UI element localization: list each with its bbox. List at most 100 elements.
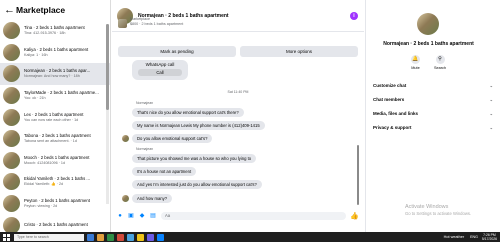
section-media-files[interactable]: Media, files and links ⌄ — [373, 111, 493, 116]
contact-name: Normajean · 2 beds 1 baths apartment — [383, 41, 474, 47]
search-button[interactable]: ⚲ Search — [434, 55, 446, 70]
message-bubble[interactable]: It's a house not an apartment — [132, 167, 197, 176]
image-icon[interactable]: ▣ — [128, 213, 134, 219]
chat-list-item[interactable]: Lex · 2 beds 1 baths apartment You can no… — [0, 106, 110, 128]
listing-actions: Mark as pending More options — [118, 46, 358, 57]
app-icon[interactable] — [147, 233, 154, 241]
chat-list-item[interactable]: TaylorMade · 2 beds 1 baths apartme... Yo… — [0, 85, 110, 107]
avatar — [122, 135, 129, 142]
chat-sidebar: ← Marketplace Tina · 2 beds 1 baths apar… — [0, 0, 111, 232]
search-icon: ⚲ — [435, 55, 445, 64]
avatar — [3, 195, 20, 213]
chat-list-item[interactable]: Tina · 2 beds 1 baths apartment Tina: 412… — [0, 20, 110, 42]
taskbar: Type here to search Hot weather ENG 7:26… — [0, 232, 500, 242]
section-customize-chat[interactable]: Customize chat ⌄ — [373, 83, 493, 88]
message-bubble[interactable]: And how many? — [132, 194, 173, 203]
mark-pending-button[interactable]: Mark as pending — [118, 46, 236, 57]
search-label: Search — [433, 66, 447, 70]
app-icon[interactable] — [127, 233, 134, 241]
chat-preview: Ekidal Yamileth: 👍 · 2d — [24, 182, 64, 187]
mic-icon[interactable]: ● — [117, 213, 123, 219]
gif-icon[interactable]: ▤ — [150, 213, 156, 219]
message-bubble[interactable]: And yes I'm interested just do you allow… — [132, 180, 262, 189]
chat-preview: You: ok · 21h — [24, 96, 46, 101]
chevron-down-icon: ⌄ — [489, 97, 493, 102]
sticker-icon[interactable]: ◆ — [139, 213, 145, 219]
message-thread: WhatsApp call Call Sat 11:40 PM Normajea… — [112, 60, 364, 215]
windows-start-icon[interactable] — [3, 233, 10, 241]
avatar — [3, 173, 20, 191]
sidebar-scrollbar[interactable] — [106, 24, 109, 204]
chat-preview: You can now rate each other · 1d — [24, 117, 79, 122]
like-icon[interactable]: 👍 — [350, 212, 359, 220]
file-explorer-icon[interactable] — [97, 233, 104, 241]
listing-summary: Marketplace $800 · 2 beds 1 baths apartm… — [118, 17, 358, 28]
sender-name: Normajean — [136, 101, 154, 105]
chat-preview: Kaliya: 1 · 16h — [24, 52, 48, 57]
message-bubble[interactable]: Do you allow emotional support cat's? — [132, 134, 213, 143]
section-label: Privacy & support — [373, 125, 412, 130]
message-bubble[interactable]: That's nice do you allow emotional suppo… — [132, 108, 244, 117]
message-bubble[interactable]: That picture you showed me was a house s… — [132, 154, 257, 163]
avatar — [122, 195, 129, 202]
avatar — [3, 108, 20, 126]
weather-widget[interactable]: Hot weather — [444, 235, 464, 239]
chat-preview: Tina: 412-915-3976 · 18h — [24, 31, 66, 36]
call-button[interactable]: Call — [138, 69, 182, 76]
mute-label: Mute — [411, 66, 420, 70]
language-indicator[interactable]: ENG — [470, 235, 478, 239]
taskbar-search-input[interactable]: Type here to search — [14, 233, 84, 241]
bell-icon: 🔔 — [410, 55, 420, 64]
avatar — [3, 130, 20, 148]
scrollbar-thumb[interactable] — [106, 24, 109, 110]
avatar[interactable] — [417, 13, 439, 35]
avatar — [3, 151, 20, 169]
avatar — [3, 87, 20, 105]
chat-list-item[interactable]: Ekidal Yamileth · 2 beds 1 baths ... Ekid… — [0, 171, 110, 193]
avatar — [3, 43, 20, 61]
message-timestamp: Sat 11:40 PM — [227, 90, 249, 94]
task-view-icon[interactable] — [87, 233, 94, 241]
listing-thumbnail[interactable] — [118, 19, 127, 28]
chat-list-item[interactable]: Tabona · 2 beds 1 baths apartment Tabona … — [0, 128, 110, 150]
chrome-icon[interactable] — [137, 233, 144, 241]
message-input[interactable]: Aa — [161, 212, 347, 220]
mute-button[interactable]: 🔔 Mute — [410, 55, 420, 70]
message-bubble[interactable]: My name is Normajean Lewis My phone numb… — [132, 121, 265, 130]
listing-price: $800 · 2 beds 1 baths apartment — [130, 22, 184, 26]
chevron-down-icon: ⌄ — [489, 111, 493, 116]
avatar — [3, 65, 20, 83]
chat-list-item[interactable]: Peyton · 2 beds 1 baths apartment Peyton:… — [0, 193, 110, 215]
conversation-panel: Normajean · 2 beds 1 baths apartment i M… — [112, 0, 364, 232]
chat-list-item[interactable]: Kaliya · 2 beds 1 baths apartment Kaliya:… — [0, 42, 110, 64]
clock-date: 5/17/2026 — [481, 237, 497, 241]
activate-windows-watermark: Activate Windows — [405, 204, 449, 210]
back-arrow-icon[interactable]: ← — [4, 4, 16, 16]
contact-actions: 🔔 Mute ⚲ Search — [366, 55, 491, 70]
sidebar-title: Marketplace — [16, 5, 66, 15]
app-icon[interactable] — [157, 233, 164, 241]
section-privacy-support[interactable]: Privacy & support ⌄ — [373, 125, 493, 130]
message-composer: ● ▣ ◆ ▤ Aa 👍 — [112, 210, 364, 222]
sender-name: Normajean — [136, 147, 154, 151]
activate-windows-hint: Go to Settings to activate Windows. — [405, 211, 472, 216]
clock[interactable]: 7:26 PM 5/17/2026 — [482, 233, 497, 241]
chat-list-item-active[interactable]: Normajean · 2 beds 1 baths apar... Normaj… — [0, 63, 110, 85]
chat-name: Cristo · 2 beds 1 baths apartment — [24, 222, 88, 228]
chevron-down-icon: ⌄ — [489, 83, 493, 88]
conversation-header: Normajean · 2 beds 1 baths apartment i — [112, 0, 364, 32]
whatsapp-call-card: WhatsApp call Call — [132, 60, 188, 80]
chat-list-item[interactable]: Cristo · 2 beds 1 baths apartment — [0, 214, 110, 232]
chat-scrollbar[interactable] — [357, 145, 359, 205]
conversation-details-panel: Normajean · 2 beds 1 baths apartment 🔔 M… — [365, 0, 500, 232]
chat-preview: Tabona sent an attachment. · 1d — [24, 139, 77, 144]
section-chat-members[interactable]: Chat members ⌄ — [373, 97, 493, 102]
app-icon[interactable] — [107, 233, 114, 241]
app-icon[interactable] — [117, 233, 124, 241]
chat-preview: Normajean: And how many? · 18h — [24, 74, 80, 79]
chat-list-item[interactable]: Mooch · 2 beds 1 baths apartment Mooch: 4… — [0, 150, 110, 172]
chevron-down-icon: ⌄ — [489, 125, 493, 130]
section-label: Media, files and links — [373, 111, 419, 116]
avatar — [3, 22, 20, 40]
more-options-button[interactable]: More options — [240, 46, 358, 57]
